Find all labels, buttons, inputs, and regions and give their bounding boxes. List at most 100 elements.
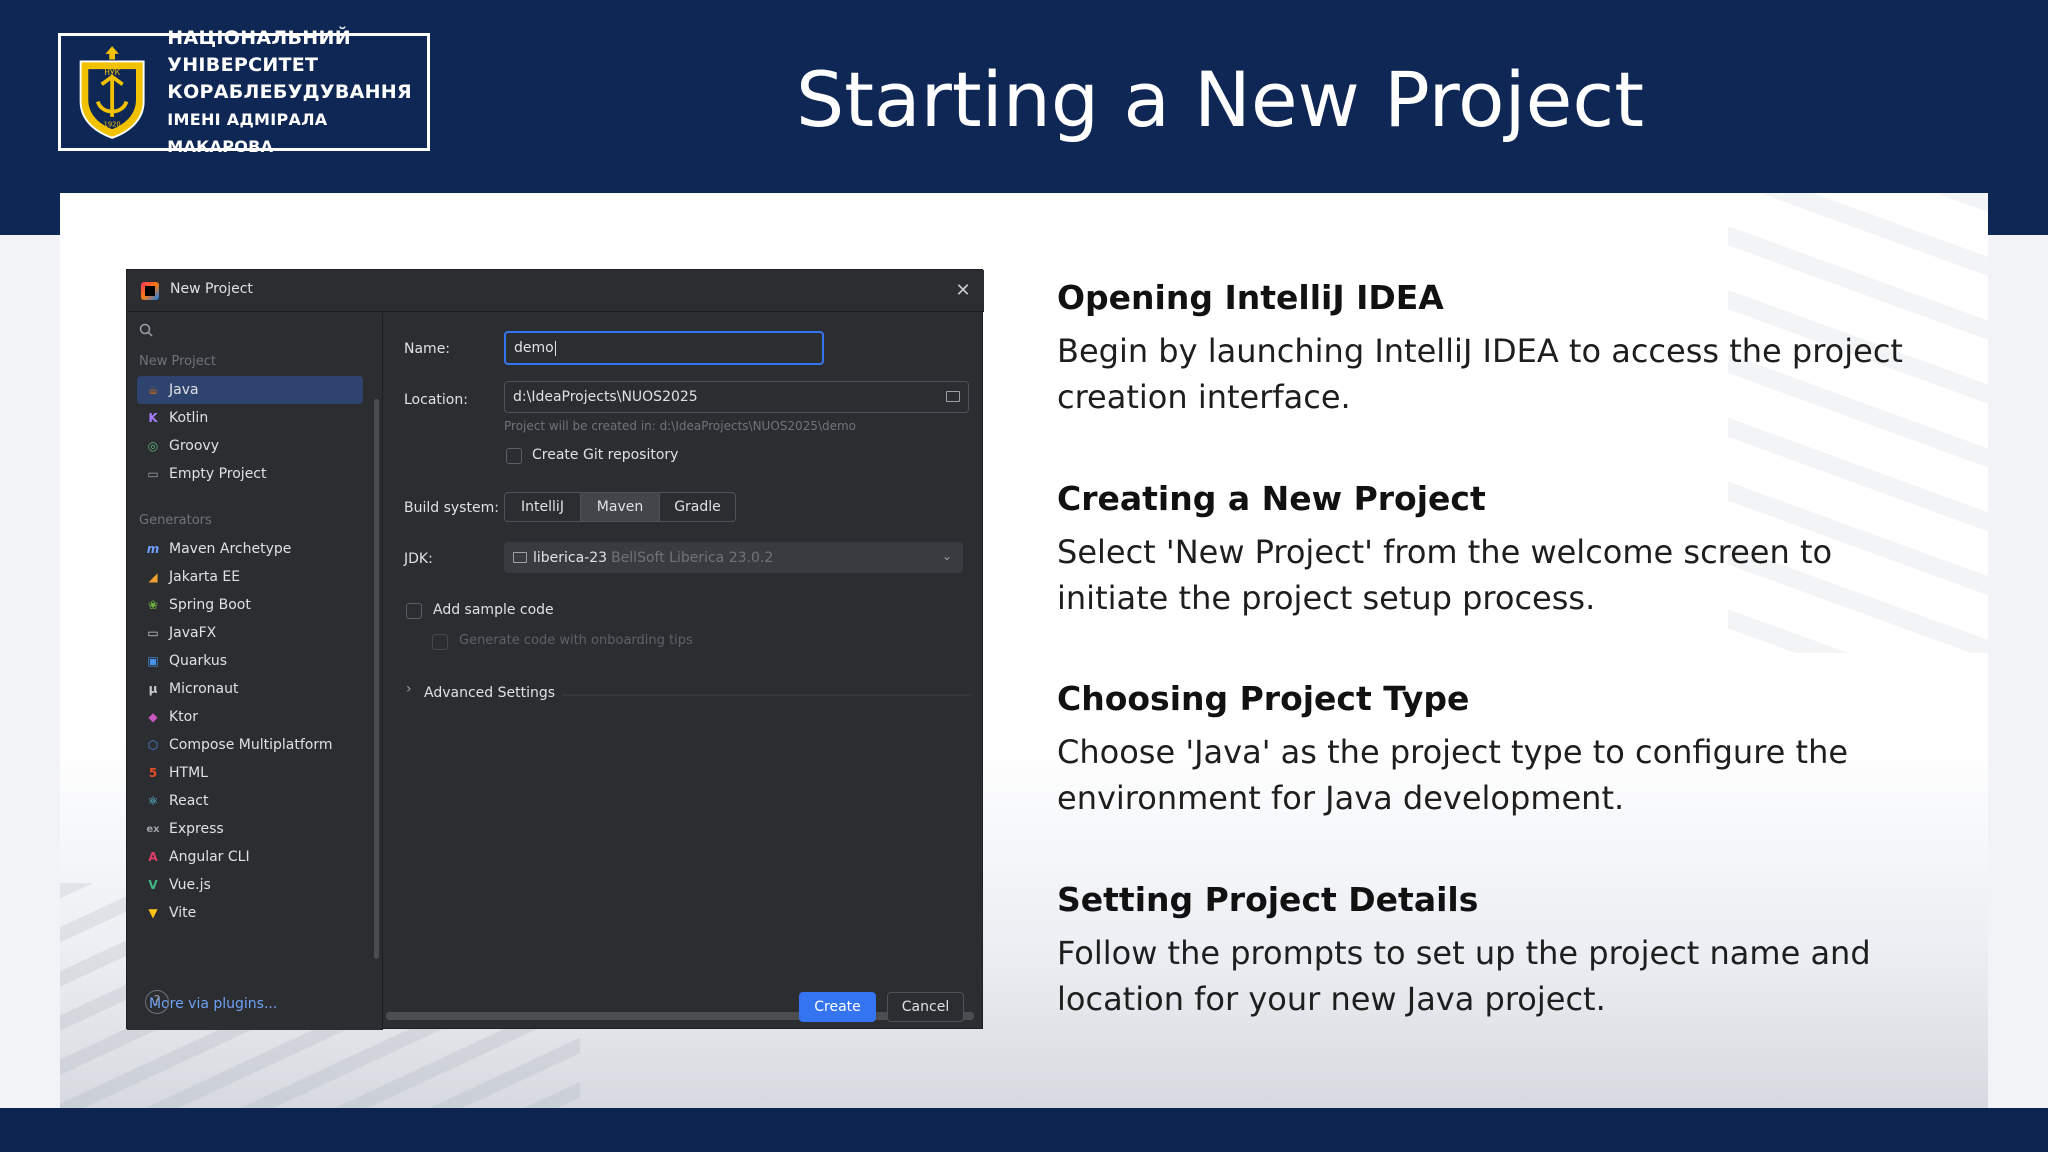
help-icon[interactable]: ? [145, 990, 169, 1014]
jdk-detail: BellSoft Liberica 23.0.2 [611, 549, 774, 566]
sidebar-item-label: Vite [169, 905, 197, 921]
location-field-value: d:\IdeaProjects\NUOS2025 [513, 389, 698, 405]
sidebar-item-label: Vue.js [169, 877, 211, 893]
search-icon [139, 323, 153, 337]
add-sample-code-checkbox[interactable] [406, 603, 422, 619]
sidebar-item-micronaut[interactable]: μ Micronaut [137, 675, 363, 703]
build-system-gradle[interactable]: Gradle [659, 492, 736, 522]
ktor-icon: ◆ [148, 710, 158, 724]
location-label: Location: [404, 392, 468, 408]
university-name-line-2: УНІВЕРСИТЕТ [167, 53, 319, 76]
sidebar-item-quarkus[interactable]: ▣ Quarkus [137, 647, 363, 675]
dialog-title: New Project [170, 281, 253, 297]
name-field-value: demo [514, 340, 554, 356]
dialog-titlebar: New Project ✕ [127, 270, 984, 312]
sidebar-item-label: Maven Archetype [169, 541, 292, 557]
sidebar-item-angular-cli[interactable]: A Angular CLI [137, 843, 363, 871]
content-heading: Setting Project Details [1057, 880, 1479, 919]
content-item-choosing: Choosing Project Type Choose 'Java' as t… [1057, 676, 1937, 821]
form-horizontal-scrollbar[interactable] [386, 1012, 974, 1020]
svg-text:НУК: НУК [104, 68, 120, 77]
jdk-label: JDK: [404, 551, 433, 567]
university-name-line-4: ІМЕНІ АДМІРАЛА МАКАРОВА [167, 109, 328, 156]
compose-icon: ⬡ [147, 738, 159, 752]
advanced-settings-toggle[interactable]: Advanced Settings [424, 685, 555, 701]
content-heading: Opening IntelliJ IDEA [1057, 278, 1444, 317]
name-field[interactable]: demo [504, 331, 824, 365]
sidebar-search[interactable] [139, 323, 369, 345]
sidebar-item-groovy[interactable]: ◎ Groovy [137, 432, 363, 460]
content-body: Choose 'Java' as the project type to con… [1057, 733, 1849, 817]
build-system-label: Build system: [404, 500, 499, 516]
sidebar-item-label: Empty Project [169, 466, 267, 482]
sidebar-item-label: Java [169, 382, 199, 398]
name-label: Name: [404, 341, 451, 357]
create-button[interactable]: Create [799, 992, 876, 1022]
sidebar-item-label: Express [169, 821, 224, 837]
sidebar-item-vuejs[interactable]: V Vue.js [137, 871, 363, 899]
sidebar-item-react[interactable]: ⚛ React [137, 787, 363, 815]
build-system-maven[interactable]: Maven [580, 492, 660, 522]
slide-side-strip-right [1988, 235, 2048, 1108]
folder-icon[interactable] [946, 391, 960, 402]
sidebar-item-label: Compose Multiplatform [169, 737, 333, 753]
sidebar-item-label: Jakarta EE [169, 569, 241, 585]
sidebar-item-html[interactable]: 5 HTML [137, 759, 363, 787]
sidebar-item-empty-project[interactable]: ▭ Empty Project [137, 460, 363, 488]
sidebar-item-label: Quarkus [169, 653, 228, 669]
spring-icon: ❀ [147, 598, 159, 612]
sidebar-item-maven-archetype[interactable]: m Maven Archetype [137, 535, 363, 563]
content-body: Begin by launching IntelliJ IDEA to acce… [1057, 332, 1903, 416]
angular-icon: A [148, 850, 158, 864]
kotlin-icon: K [148, 411, 158, 425]
sidebar-item-compose-multiplatform[interactable]: ⬡ Compose Multiplatform [137, 731, 363, 759]
sidebar-item-express[interactable]: ex Express [137, 815, 363, 843]
sidebar-item-label: HTML [169, 765, 208, 781]
sidebar-item-javafx[interactable]: ▭ JavaFX [137, 619, 363, 647]
sidebar-item-label: Spring Boot [169, 597, 251, 613]
location-hint: Project will be created in: d:\IdeaProje… [504, 419, 857, 433]
jdk-dropdown[interactable]: liberica-23 BellSoft Liberica 23.0.2 ⌄ [504, 542, 963, 573]
cancel-button[interactable]: Cancel [887, 992, 964, 1022]
chevron-down-icon: ⌄ [941, 549, 952, 563]
sidebar-item-kotlin[interactable]: K Kotlin [137, 404, 363, 432]
sidebar-section-generators: Generators [139, 513, 212, 528]
university-emblem-icon: НУК 1920 [79, 46, 145, 139]
slide-side-strip-left [0, 235, 60, 1108]
sidebar-item-jakarta-ee[interactable]: ◢ Jakarta EE [137, 563, 363, 591]
create-git-repository-checkbox[interactable] [506, 448, 522, 464]
text-caret [554, 340, 556, 356]
react-icon: ⚛ [147, 794, 159, 808]
sidebar-scrollbar[interactable] [374, 399, 379, 959]
build-system-intellij[interactable]: IntelliJ [504, 492, 581, 522]
svg-text:1920: 1920 [104, 120, 121, 128]
sidebar-item-vite[interactable]: ▼ Vite [137, 899, 363, 927]
quarkus-icon: ▣ [147, 654, 159, 668]
intellij-app-icon [141, 282, 159, 300]
sidebar-item-java[interactable]: ☕ Java [137, 376, 363, 404]
sidebar-item-label: Groovy [169, 438, 219, 454]
location-field[interactable]: d:\IdeaProjects\NUOS2025 [504, 381, 969, 413]
vite-icon: ▼ [148, 906, 158, 920]
chevron-right-icon[interactable]: › [406, 681, 412, 697]
add-sample-code-label: Add sample code [433, 602, 554, 618]
html-icon: 5 [148, 766, 158, 780]
javafx-icon: ▭ [147, 626, 159, 640]
content-item-creating: Creating a New Project Select 'New Proje… [1057, 476, 1937, 621]
jdk-folder-icon [513, 552, 527, 563]
onboarding-tips-checkbox[interactable] [432, 634, 448, 650]
new-project-dialog: New Project ✕ New Project ☕ Java K Kotli… [126, 269, 984, 1030]
sidebar-item-label: Angular CLI [169, 849, 250, 865]
micronaut-icon: μ [148, 682, 158, 696]
project-type-sidebar: New Project ☕ Java K Kotlin ◎ Groovy ▭ E… [127, 313, 383, 1030]
empty-project-icon: ▭ [147, 467, 159, 481]
sidebar-item-label: Kotlin [169, 410, 209, 426]
advanced-settings-divider [562, 694, 972, 696]
sidebar-item-ktor[interactable]: ◆ Ktor [137, 703, 363, 731]
jakarta-icon: ◢ [148, 570, 158, 584]
university-name-line-3: КОРАБЛЕБУДУВАННЯ [167, 80, 412, 103]
sidebar-item-spring-boot[interactable]: ❀ Spring Boot [137, 591, 363, 619]
sidebar-item-label: React [169, 793, 209, 809]
sidebar-section-new-project: New Project [139, 354, 216, 369]
close-icon[interactable]: ✕ [950, 278, 976, 304]
